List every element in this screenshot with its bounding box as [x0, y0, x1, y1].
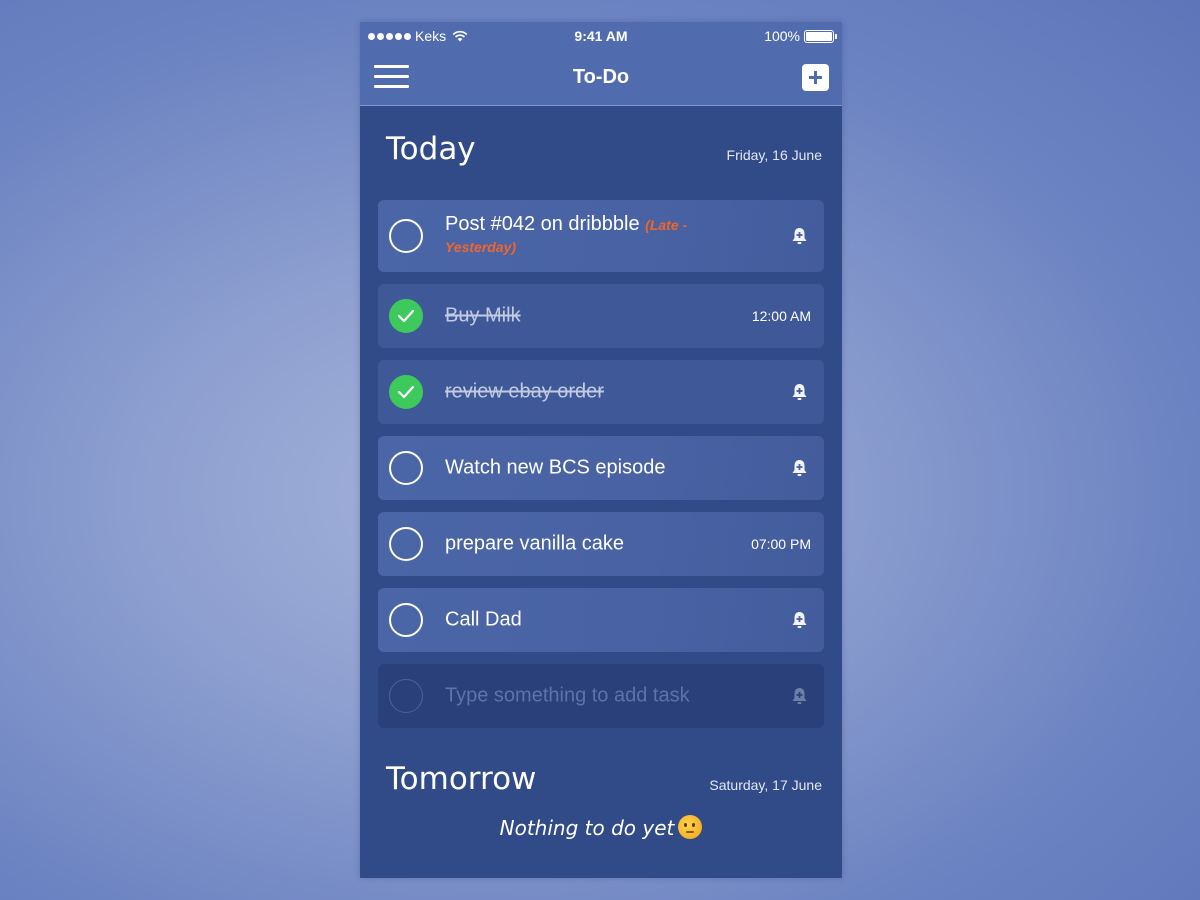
tomorrow-date: Saturday, 17 June [709, 777, 822, 793]
today-date: Friday, 16 June [726, 147, 822, 163]
status-right: 100% [764, 28, 837, 44]
task-time: 07:00 PM [751, 536, 811, 552]
today-title: Today [386, 131, 476, 167]
bell-plus-icon[interactable] [791, 383, 808, 401]
task-title: prepare vanilla cake [445, 532, 624, 555]
nav-bar: To-Do [360, 50, 842, 106]
task-time: 12:00 AM [751, 308, 811, 324]
checkmark-icon [397, 309, 415, 323]
task-checkbox[interactable] [389, 527, 423, 561]
task-title: Watch new BCS episode [445, 456, 666, 479]
task-title: Post #042 on dribbble [445, 213, 640, 235]
task-item[interactable]: Buy Milk 12:00 AM [378, 284, 824, 348]
bell-plus-icon[interactable] [791, 611, 808, 629]
task-title: Call Dad [445, 608, 522, 631]
today-task-list: Post #042 on dribbble (Late - Yesterday)… [360, 200, 842, 728]
bell-plus-icon[interactable] [791, 687, 808, 705]
task-checkbox[interactable] [389, 603, 423, 637]
add-task-button[interactable] [802, 64, 829, 91]
today-header: Today Friday, 16 June [360, 131, 842, 191]
task-title: review ebay order [445, 380, 604, 403]
battery-icon [804, 29, 837, 43]
task-checkbox[interactable] [389, 219, 423, 253]
top-bar: Keks 9:41 AM 100% To-Do [360, 22, 842, 106]
bell-plus-icon[interactable] [791, 227, 808, 245]
task-title: Buy Milk [445, 304, 521, 327]
new-task-checkbox [389, 679, 423, 713]
tomorrow-header: Tomorrow Saturday, 17 June [360, 761, 842, 821]
new-task-input[interactable] [445, 684, 765, 708]
tomorrow-title: Tomorrow [386, 761, 537, 797]
task-item[interactable]: Watch new BCS episode [378, 436, 824, 500]
task-item[interactable]: review ebay order [378, 360, 824, 424]
checkmark-icon [397, 385, 415, 399]
task-item[interactable]: prepare vanilla cake 07:00 PM [378, 512, 824, 576]
phone-screen: Keks 9:41 AM 100% To-Do Today Friday, 16… [360, 22, 842, 878]
task-item[interactable]: Call Dad [378, 588, 824, 652]
task-checkbox[interactable] [389, 451, 423, 485]
task-item[interactable]: Post #042 on dribbble (Late - Yesterday) [378, 200, 824, 272]
task-checkbox-checked[interactable] [389, 375, 423, 409]
task-checkbox-checked[interactable] [389, 299, 423, 333]
new-task-row[interactable] [378, 664, 824, 728]
status-bar: Keks 9:41 AM 100% [360, 22, 842, 50]
bell-plus-icon[interactable] [791, 459, 808, 477]
battery-percent: 100% [764, 28, 800, 44]
task-text: Post #042 on dribbble (Late - Yesterday) [445, 214, 754, 258]
page-title: To-Do [572, 66, 630, 88]
thinking-face-emoji [678, 815, 703, 839]
